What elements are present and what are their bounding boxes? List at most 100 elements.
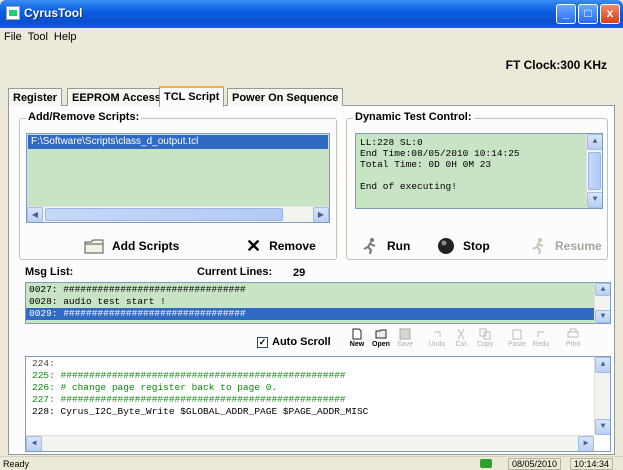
msg-list[interactable]: 0027: ################################ 0… — [25, 282, 611, 324]
resume-button[interactable]: Resume — [531, 234, 602, 258]
editor-vscroll[interactable]: ▲ ▼ — [594, 357, 610, 435]
toolbar-print-button[interactable]: Print — [561, 328, 585, 348]
toolbar-label: Print — [565, 341, 581, 348]
save-disk-icon — [399, 328, 411, 340]
scroll-down-icon[interactable]: ▼ — [595, 419, 610, 435]
stop-icon — [438, 238, 454, 254]
msg-row[interactable]: 0027: ################################ — [29, 284, 610, 296]
title-bar: CyrusTool _ □ x — [0, 0, 623, 28]
scroll-thumb[interactable] — [588, 152, 601, 190]
toolbar-label: Paste — [508, 341, 526, 348]
group-title: Add/Remove Scripts: — [26, 111, 142, 123]
msg-list-label: Msg List: — [25, 266, 74, 278]
dynamic-line: LL:228 SL:0 — [360, 137, 423, 148]
status-bar: Ready 08/05/2010 10:14:34 — [0, 456, 623, 470]
redo-icon — [537, 331, 544, 337]
status-date: 08/05/2010 — [508, 458, 562, 470]
tab-power-on-sequence[interactable]: Power On Sequence — [227, 88, 344, 106]
tab-panel: Add/Remove Scripts: F:\Software\Scripts\… — [8, 105, 615, 455]
status-text: Ready — [3, 459, 30, 469]
toolbar-undo-button[interactable]: Undo — [425, 328, 449, 348]
toolbar-redo-button[interactable]: Redo — [529, 328, 553, 348]
script-list-hscroll[interactable]: ◀ ▶ — [27, 206, 329, 222]
remove-x-icon: ✕ — [246, 235, 262, 256]
stop-label: Stop — [463, 239, 490, 253]
menu-help[interactable]: Help — [51, 28, 80, 43]
scroll-right-icon[interactable]: ▶ — [313, 207, 329, 222]
run-button[interactable]: Run — [361, 234, 410, 258]
toolbar-label: Open — [372, 341, 390, 348]
dynamic-line: Total Time: 0D 0H 0M 23 — [360, 159, 492, 170]
undo-icon — [434, 331, 441, 337]
dynamic-output-box[interactable]: LL:228 SL:0 End Time:08/05/2010 10:14:25… — [355, 133, 603, 209]
editor-line: 225: ###################################… — [32, 370, 346, 381]
scissors-icon — [457, 328, 465, 340]
editor-line: 227: ###################################… — [32, 394, 346, 405]
scroll-up-icon[interactable]: ▲ — [595, 283, 610, 296]
menu-tool[interactable]: Tool — [25, 28, 51, 43]
new-document-icon — [352, 328, 362, 340]
toolbar-label: Copy — [476, 341, 494, 348]
toolbar-label: Save — [397, 341, 413, 348]
tab-eeprom-access[interactable]: EEPROM Access — [67, 88, 166, 106]
toolbar-new-button[interactable]: New — [345, 328, 369, 348]
script-editor[interactable]: 224: 225: ##############################… — [25, 356, 611, 452]
connection-icon — [480, 459, 492, 468]
scroll-up-icon[interactable]: ▲ — [595, 357, 610, 373]
scroll-down-icon[interactable]: ▼ — [587, 192, 602, 208]
tab-register[interactable]: Register — [8, 88, 63, 106]
scroll-left-icon[interactable]: ◀ — [27, 207, 43, 222]
toolbar-paste-button[interactable]: Paste — [505, 328, 529, 348]
script-list[interactable]: F:\Software\Scripts\class_d_output.tcl ◀… — [26, 133, 330, 223]
add-scripts-button[interactable]: Add Scripts — [84, 234, 179, 258]
paste-icon — [512, 329, 522, 340]
dynamic-line — [360, 170, 598, 181]
menu-bar: File Tool Help — [0, 28, 623, 46]
tab-tcl-script[interactable]: TCL Script — [159, 86, 225, 107]
resume-label: Resume — [555, 239, 602, 253]
editor-line: 228: Cyrus_I2C_Byte_Write $GLOBAL_ADDR_P… — [32, 406, 369, 417]
msg-vscroll[interactable]: ▲ ▼ — [594, 283, 610, 323]
scroll-right-icon[interactable]: ▶ — [578, 436, 594, 451]
menu-file[interactable]: File — [0, 28, 25, 43]
open-folder-icon — [375, 329, 387, 339]
runner-icon — [363, 238, 376, 255]
ft-clock-readout: FT Clock:300 KHz — [505, 58, 607, 72]
scroll-up-icon[interactable]: ▲ — [587, 134, 602, 150]
close-button[interactable]: x — [600, 4, 620, 24]
copy-icon — [479, 328, 491, 340]
auto-scroll-label: Auto Scroll — [272, 336, 331, 348]
msg-row-selected[interactable]: 0029: ################################ — [26, 308, 594, 320]
current-lines-value: 29 — [293, 267, 306, 279]
remove-button[interactable]: ✕ Remove — [246, 234, 316, 258]
dynamic-vscroll[interactable]: ▲ ▼ — [586, 134, 602, 208]
toolbar-save-button[interactable]: Save — [393, 328, 417, 348]
scroll-left-icon[interactable]: ◀ — [26, 436, 42, 451]
editor-line: 226: # change page register back to page… — [32, 382, 278, 393]
checkbox-checked-icon[interactable]: ✓ — [257, 336, 268, 348]
auto-scroll-checkbox[interactable]: ✓ Auto Scroll — [257, 336, 331, 348]
minimize-button[interactable]: _ — [556, 4, 576, 24]
msg-row[interactable]: 0028: audio test start ! — [29, 296, 610, 308]
resume-runner-icon — [532, 238, 544, 255]
toolbar-label: New — [349, 341, 365, 348]
folder-icon — [84, 239, 104, 254]
remove-label: Remove — [269, 239, 316, 253]
scroll-down-icon[interactable]: ▼ — [595, 310, 610, 323]
toolbar-open-button[interactable]: Open — [369, 328, 393, 348]
toolbar-copy-button[interactable]: Copy — [473, 328, 497, 348]
stop-button[interactable]: Stop — [437, 234, 490, 258]
editor-hscroll[interactable]: ◀ ▶ — [26, 435, 594, 451]
toolbar-cut-button[interactable]: Cut — [449, 328, 473, 348]
toolbar-label: Redo — [532, 341, 550, 348]
add-scripts-label: Add Scripts — [112, 239, 180, 253]
current-lines-label: Current Lines: — [197, 266, 273, 278]
dynamic-line: End of executing! — [360, 181, 457, 192]
scroll-thumb[interactable] — [45, 208, 283, 221]
maximize-button[interactable]: □ — [578, 4, 598, 24]
group-title: Dynamic Test Control: — [353, 111, 474, 123]
script-list-item[interactable]: F:\Software\Scripts\class_d_output.tcl — [28, 135, 328, 149]
app-icon — [6, 6, 20, 20]
dynamic-line: End Time:08/05/2010 10:14:25 — [360, 148, 520, 159]
window-title: CyrusTool — [24, 6, 83, 20]
